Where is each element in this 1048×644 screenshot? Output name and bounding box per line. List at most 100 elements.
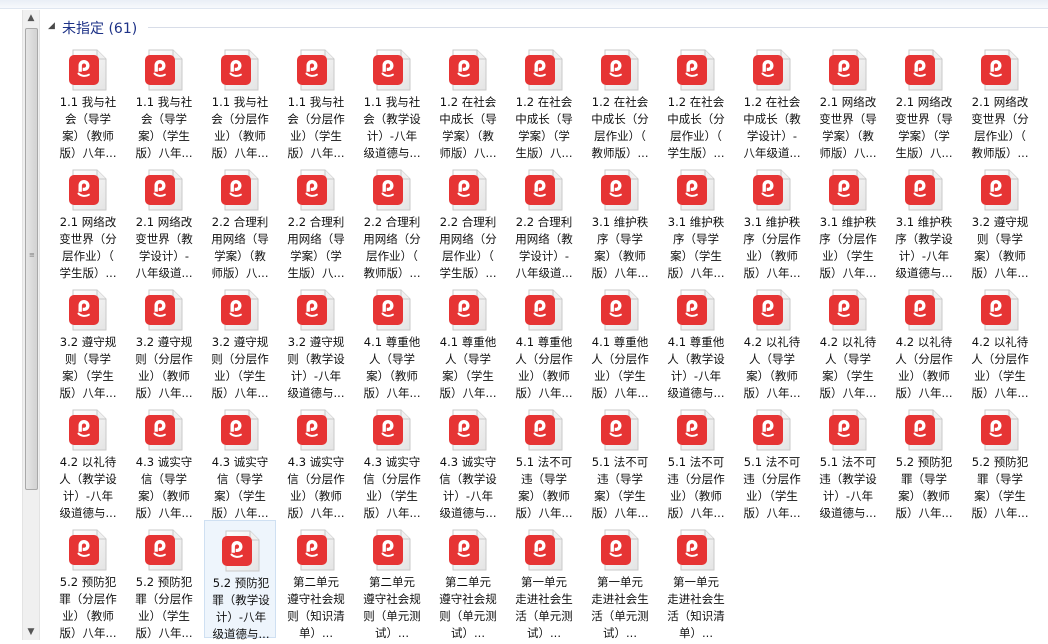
file-item[interactable]: 2.2 合理利 用网络（分 层作业）（ 教师版）...: [356, 160, 428, 280]
group-header[interactable]: ◢ 未指定 (61): [44, 14, 1048, 40]
file-name-line: 业）（教师: [290, 489, 342, 503]
pdf-file-icon: [145, 169, 183, 211]
file-item[interactable]: 3.2 遵守规 则（分层作 业）（学生 版）八年...: [204, 280, 276, 400]
file-item[interactable]: 4.3 诚实守 信（分层作 业）（教师 版）八年...: [280, 400, 352, 520]
pdf-file-icon: [69, 289, 107, 331]
file-item[interactable]: 3.1 维护秩 序（导学 案）（教师 版）八年...: [584, 160, 656, 280]
file-name-line: 计）-八年: [290, 369, 342, 383]
file-item[interactable]: 1.1 我与社 会（导学 案）（教师 版）八年...: [52, 40, 124, 160]
file-item[interactable]: 第二单元 遵守社会规 则（单元测 试）...: [356, 520, 428, 640]
file-item[interactable]: 2.2 合理利 用网络（分 层作业）（ 学生版）...: [432, 160, 504, 280]
file-item[interactable]: 4.2 以礼待 人（导学 案）（教师 版）八年...: [736, 280, 808, 400]
file-item[interactable]: 1.2 在社会 中成长（导 学案）（教 师版）八...: [432, 40, 504, 160]
file-item[interactable]: 4.3 诚实守 信（导学 案）（教师 版）八年...: [128, 400, 200, 520]
file-item[interactable]: 5.1 法不可 违（分层作 业）（学生 版）八年...: [736, 400, 808, 520]
file-name-line: 罪（分层作: [135, 592, 193, 606]
file-item[interactable]: 4.2 以礼待 人（分层作 业）（教师 版）八年...: [888, 280, 960, 400]
file-item[interactable]: 5.2 预防犯 罪（导学 案）（学生 版）八年...: [964, 400, 1036, 520]
file-item[interactable]: 4.2 以礼待 人（导学 案）（学生 版）八年...: [812, 280, 884, 400]
file-item[interactable]: 1.1 我与社 会（分层作 业）（教师 版）八年...: [204, 40, 276, 160]
file-item[interactable]: 2.1 网络改 变世界（分 层作业）（ 教师版）...: [964, 40, 1036, 160]
file-item[interactable]: 2.2 合理利 用网络（导 学案）（学 生版）八...: [280, 160, 352, 280]
file-name-line: 用网络（分: [439, 232, 497, 246]
file-item[interactable]: 5.2 预防犯 罪（导学 案）（教师 版）八年...: [888, 400, 960, 520]
file-item[interactable]: 4.3 诚实守 信（分层作 业）（学生 版）八年...: [356, 400, 428, 520]
file-item[interactable]: 1.1 我与社 会（教学设 计）-八年 级道德与...: [356, 40, 428, 160]
file-item[interactable]: 3.2 遵守规 则（导学 案）（学生 版）八年...: [52, 280, 124, 400]
file-name-line: 1.1 我与社: [363, 95, 421, 109]
file-item[interactable]: 4.3 诚实守 信（教学设 计）-八年 级道德与...: [432, 400, 504, 520]
file-item[interactable]: 3.2 遵守规 则（分层作 业）（教师 版）八年...: [128, 280, 200, 400]
file-name-line: 则（导学: [977, 232, 1023, 246]
file-item[interactable]: 4.1 尊重他 人（分层作 业）（教师 版）八年...: [508, 280, 580, 400]
file-item[interactable]: 4.2 以礼待 人（分层作 业）（学生 版）八年...: [964, 280, 1036, 400]
file-item[interactable]: 4.1 尊重他 人（导学 案）（学生 版）八年...: [432, 280, 504, 400]
file-item[interactable]: 1.1 我与社 会（导学 案）（学生 版）八年...: [128, 40, 200, 160]
file-item[interactable]: 2.2 合理利 用网络（导 学案）（教 师版）八...: [204, 160, 276, 280]
file-name-line: 案）（学生: [670, 249, 722, 263]
scroll-up-arrow-icon[interactable]: ▲: [23, 10, 39, 26]
file-item[interactable]: 3.1 维护秩 序（教学设 计）-八年 级道德与...: [888, 160, 960, 280]
file-name: 2.2 合理利 用网络（导 学案）（学 生版）八...: [280, 214, 352, 282]
file-item[interactable]: 第一单元 走进社会生 活（单元测 试）...: [508, 520, 580, 640]
file-item[interactable]: 1.2 在社会 中成长（教 学设计）- 八年级道...: [736, 40, 808, 160]
file-name-line: 罪（分层作: [59, 592, 117, 606]
file-name-line: 走进社会生: [591, 592, 649, 606]
file-name-line: 计）-八年: [670, 369, 722, 383]
file-item[interactable]: 2.1 网络改 变世界（导 学案）（学 生版）八...: [888, 40, 960, 160]
file-item[interactable]: 第二单元 遵守社会规 则（单元测 试）...: [432, 520, 504, 640]
file-item[interactable]: 3.2 遵守规 则（教学设 计）-八年 级道德与...: [280, 280, 352, 400]
file-item[interactable]: 1.2 在社会 中成长（导 学案）（学 生版）八...: [508, 40, 580, 160]
file-name-line: 序（导学: [597, 232, 643, 246]
scrollbar-thumb[interactable]: ≡: [25, 28, 38, 490]
file-item[interactable]: 5.1 法不可 违（分层作 业）（教师 版）八年...: [660, 400, 732, 520]
file-name-line: 则（分层作: [211, 352, 269, 366]
file-name: 2.1 网络改 变世界（导 学案）（学 生版）八...: [888, 94, 960, 162]
file-item[interactable]: 5.2 预防犯 罪（教学设 计）-八年 级道德与...: [204, 520, 276, 641]
file-name-line: 4.1 尊重他: [591, 335, 649, 349]
file-name: 5.2 预防犯 罪（教学设 计）-八年 级道德与...: [205, 575, 277, 643]
file-name: 1.2 在社会 中成长（分 层作业）（ 学生版）...: [660, 94, 732, 162]
file-item[interactable]: 2.1 网络改 变世界（分 层作业）（ 学生版）...: [52, 160, 124, 280]
file-name-line: 4.1 尊重他: [363, 335, 421, 349]
file-item[interactable]: 4.1 尊重他 人（导学 案）（教师 版）八年...: [356, 280, 428, 400]
file-item[interactable]: 5.2 预防犯 罪（分层作 业）（教师 版）八年...: [52, 520, 124, 640]
pdf-file-icon: [677, 409, 715, 451]
file-item[interactable]: 4.1 尊重他 人（分层作 业）（学生 版）八年...: [584, 280, 656, 400]
file-name-line: 2.1 网络改: [135, 215, 193, 229]
file-name: 3.2 遵守规 则（导学 案）（教师 版）八年...: [964, 214, 1036, 282]
file-item[interactable]: 1.2 在社会 中成长（分 层作业）（ 学生版）...: [660, 40, 732, 160]
vertical-scrollbar[interactable]: ▲ ≡ ▼: [22, 10, 40, 640]
file-name-line: 第一单元: [521, 575, 567, 589]
file-name-line: 中成长（导: [515, 112, 573, 126]
file-item[interactable]: 1.1 我与社 会（分层作 业）（学生 版）八年...: [280, 40, 352, 160]
file-item[interactable]: 第一单元 走进社会生 活（单元测 试）...: [584, 520, 656, 640]
file-item[interactable]: 1.2 在社会 中成长（分 层作业）（ 教师版）...: [584, 40, 656, 160]
file-name-line: 3.1 维护秩: [743, 215, 801, 229]
file-item[interactable]: 3.2 遵守规 则（导学 案）（教师 版）八年...: [964, 160, 1036, 280]
file-item[interactable]: 5.1 法不可 违（导学 案）（学生 版）八年...: [584, 400, 656, 520]
file-item[interactable]: 第一单元 走进社会生 活（知识清 单）...: [660, 520, 732, 640]
file-name-line: 4.2 以礼待: [895, 335, 953, 349]
file-item[interactable]: 5.2 预防犯 罪（分层作 业）（学生 版）八年...: [128, 520, 200, 640]
file-item[interactable]: 第二单元 遵守社会规 则（知识清 单）...: [280, 520, 352, 640]
file-name: 2.1 网络改 变世界（分 层作业）（ 学生版）...: [52, 214, 124, 282]
file-name-line: 试）...: [603, 626, 637, 640]
file-item[interactable]: 2.2 合理利 用网络（教 学设计）- 八年级道...: [508, 160, 580, 280]
file-item[interactable]: 4.1 尊重他 人（教学设 计）-八年 级道德与...: [660, 280, 732, 400]
file-item[interactable]: 5.1 法不可 违（教学设 计）-八年 级道德与...: [812, 400, 884, 520]
file-item[interactable]: 2.1 网络改 变世界（教 学设计）- 八年级道...: [128, 160, 200, 280]
file-item[interactable]: 3.1 维护秩 序（分层作 业）（教师 版）八年...: [736, 160, 808, 280]
file-item[interactable]: 2.1 网络改 变世界（导 学案）（教 师版）八...: [812, 40, 884, 160]
file-item[interactable]: 4.2 以礼待 人（教学设 计）-八年 级道德与...: [52, 400, 124, 520]
file-name-line: 第一单元: [597, 575, 643, 589]
scroll-down-arrow-icon[interactable]: ▼: [23, 624, 39, 640]
file-item[interactable]: 3.1 维护秩 序（导学 案）（学生 版）八年...: [660, 160, 732, 280]
file-name-line: 活（知识清: [667, 609, 725, 623]
file-item[interactable]: 3.1 维护秩 序（分层作 业）（学生 版）八年...: [812, 160, 884, 280]
file-item[interactable]: 5.1 法不可 违（导学 案）（教师 版）八年...: [508, 400, 580, 520]
file-name-line: 3.1 维护秩: [591, 215, 649, 229]
file-item[interactable]: 4.3 诚实守 信（导学 案）（学生 版）八年...: [204, 400, 276, 520]
collapse-triangle-icon[interactable]: ◢: [48, 21, 55, 31]
pdf-file-icon: [297, 529, 335, 571]
